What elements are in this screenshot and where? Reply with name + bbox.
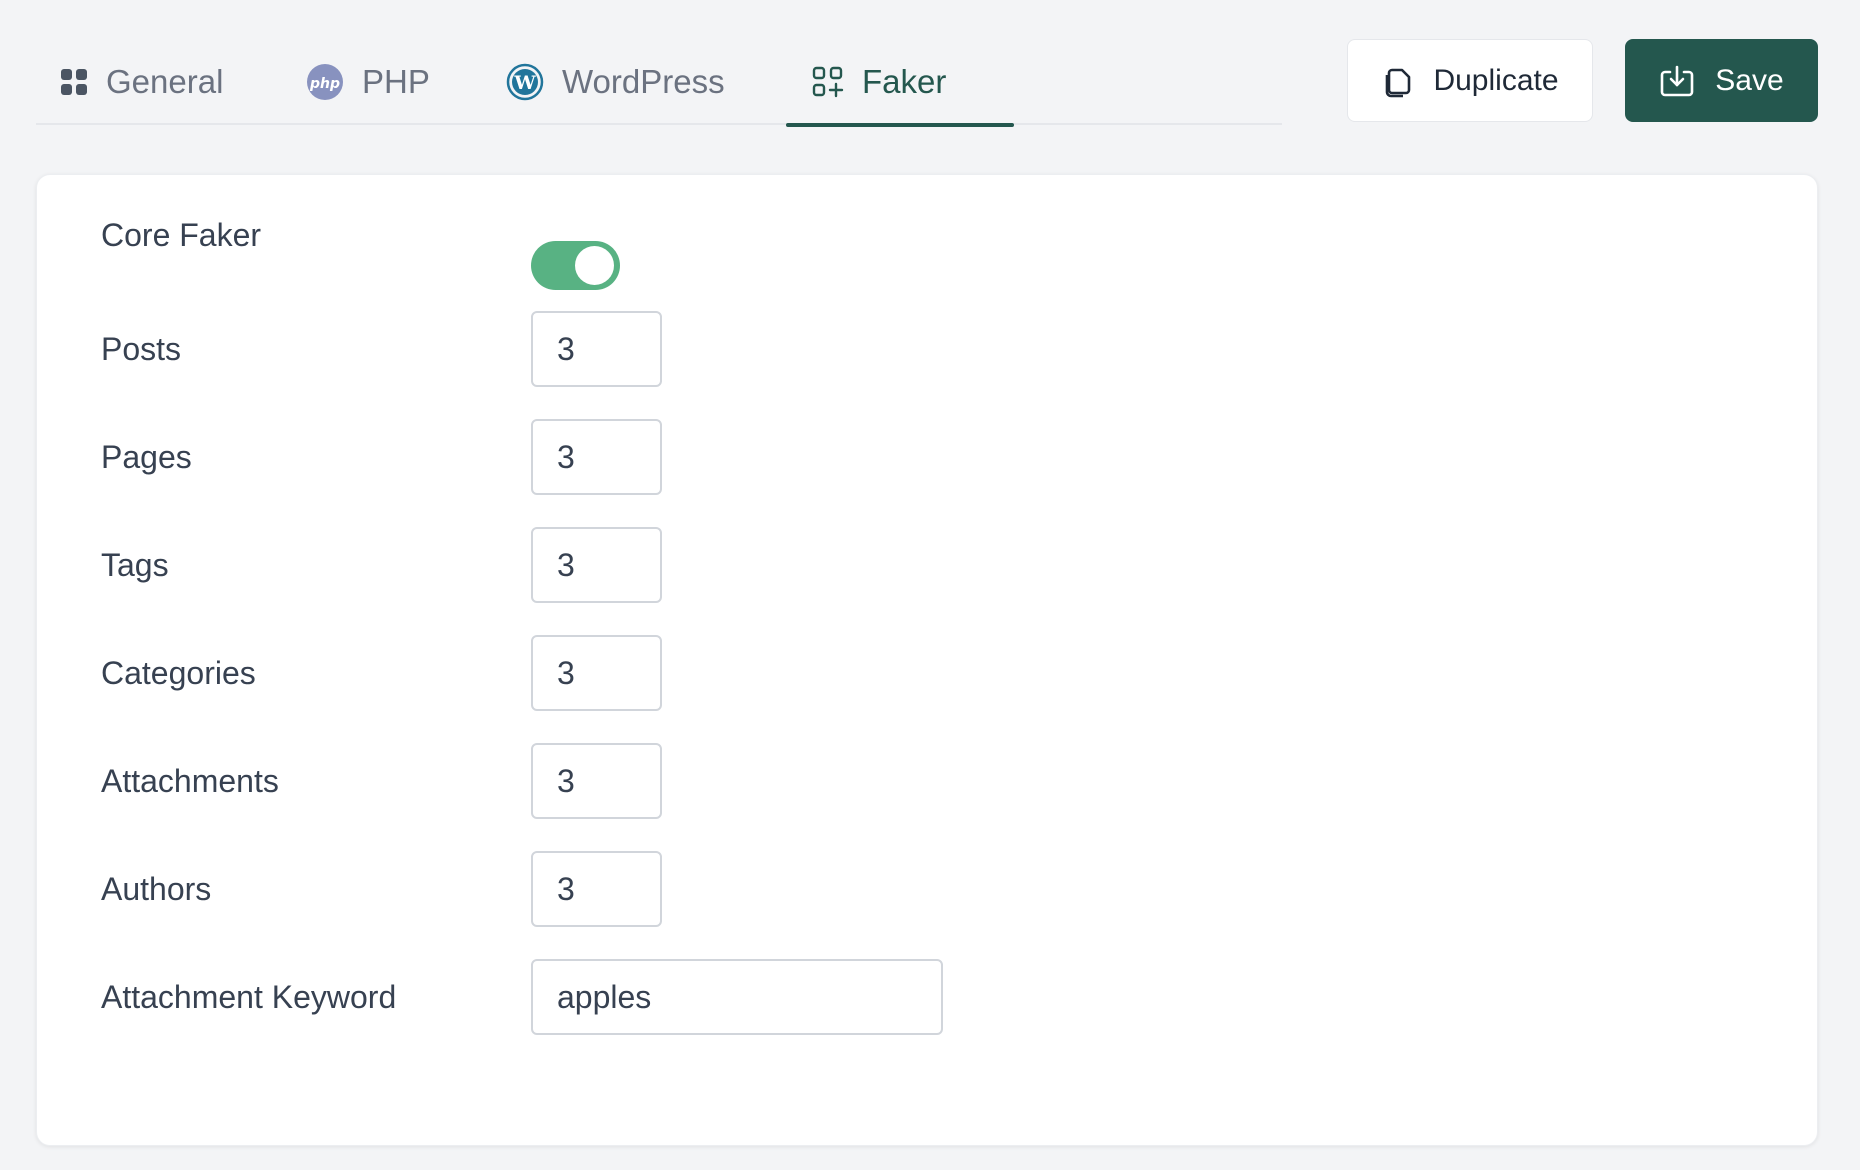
attachment-keyword-row: Attachment Keyword [101,959,943,1035]
core-faker-label: Core Faker [101,217,262,253]
posts-row: Posts [101,311,662,387]
tab-general[interactable]: General [60,38,250,125]
attachments-row: Attachments [101,743,662,819]
pages-row: Pages [101,419,662,495]
tags-label: Tags [101,546,169,583]
tab-php[interactable]: php PHP [306,38,446,125]
toggle-knob [575,246,614,285]
tab-faker[interactable]: Faker [786,38,1014,127]
svg-text:W: W [513,72,536,94]
save-button-label: Save [1715,63,1784,97]
categories-row: Categories [101,635,662,711]
posts-input[interactable] [531,311,662,387]
core-faker-row: Core Faker [101,217,620,293]
app-window: General php PHP W WordPress Faker Duplic… [0,0,1860,1170]
pages-label: Pages [101,438,192,475]
settings-tabs: General php PHP W WordPress Faker [36,38,1282,127]
posts-label: Posts [101,330,182,367]
copy-icon [1381,64,1413,98]
tab-general-label: General [106,62,224,100]
authors-label: Authors [101,870,212,907]
tags-input[interactable] [531,527,662,603]
duplicate-button-label: Duplicate [1433,63,1559,97]
download-icon [1659,64,1695,98]
tab-wordpress-label: WordPress [562,62,725,100]
tab-php-label: PHP [362,62,430,100]
save-button[interactable]: Save [1625,39,1818,122]
core-faker-toggle[interactable] [531,241,620,290]
attachment-keyword-input[interactable] [531,959,943,1035]
duplicate-button[interactable]: Duplicate [1347,39,1593,122]
faker-settings-panel: Core Faker Posts Pages Tags Categories A… [36,174,1818,1146]
authors-input[interactable] [531,851,662,927]
attachment-keyword-label: Attachment Keyword [101,978,397,1015]
apps-add-icon [812,66,844,98]
tags-row: Tags [101,527,662,603]
tab-faker-label: Faker [862,62,947,100]
attachments-input[interactable] [531,743,662,819]
authors-row: Authors [101,851,662,927]
svg-text:php: php [309,76,340,92]
categories-label: Categories [101,654,256,691]
tab-wordpress[interactable]: W WordPress [506,38,746,125]
pages-input[interactable] [531,419,662,495]
grid-icon [60,68,88,96]
php-logo-icon: php [306,63,344,101]
categories-input[interactable] [531,635,662,711]
attachments-label: Attachments [101,762,279,799]
wordpress-logo-icon: W [506,63,544,101]
